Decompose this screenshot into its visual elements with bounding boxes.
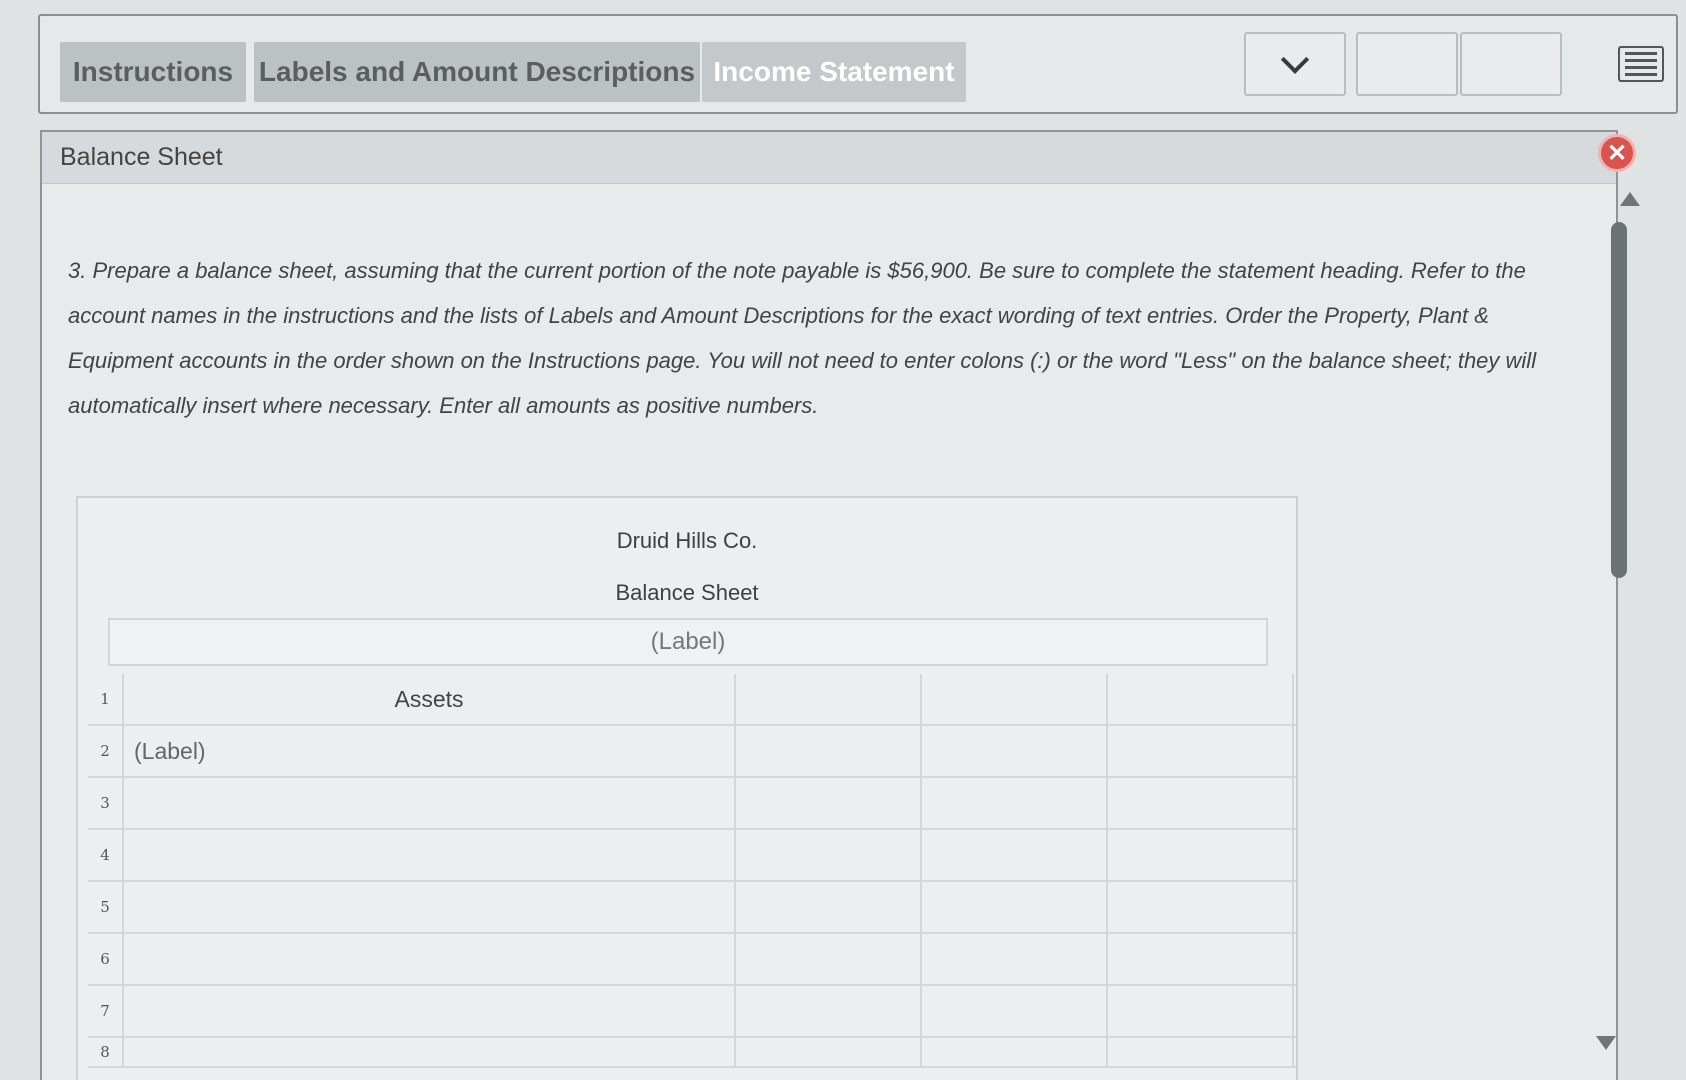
row-number: 3 [100,794,110,812]
tab-income-statement[interactable]: Income Statement [702,42,966,102]
scrollbar-thumb[interactable] [1611,222,1627,578]
row-number: 7 [100,1002,110,1020]
amount-cell[interactable] [736,1038,922,1066]
table-row: 4 [88,830,1296,882]
amount-cell[interactable] [1108,830,1294,880]
amount-cell[interactable] [1108,986,1294,1036]
row-label-cell[interactable]: (Label) [122,726,736,776]
amount-cell[interactable] [922,726,1108,776]
statement-name: Balance Sheet [615,580,759,605]
row-number: 6 [100,950,110,968]
table-row: 1 Assets [88,674,1296,726]
row-label-cell[interactable]: Assets [122,674,736,724]
menu-icon [1618,46,1664,82]
row-label-cell[interactable] [122,830,736,880]
amount-cell[interactable] [1108,778,1294,828]
toolbar-blank-button-1[interactable] [1356,32,1458,96]
row-number: 1 [100,690,110,708]
amount-cell[interactable] [1108,1038,1294,1066]
company-name: Druid Hills Co. [616,528,758,553]
scroll-down-arrow[interactable] [1596,1036,1616,1050]
table-row: 7 [88,986,1296,1038]
toolbar-blank-button-2[interactable] [1460,32,1562,96]
balance-sheet-grid: 1 Assets 2 (Label) 3 4 5 6 7 8 [88,674,1296,1068]
row-label-cell[interactable] [122,778,736,828]
row-label-cell[interactable] [122,934,736,984]
amount-cell[interactable] [922,986,1108,1036]
amount-cell[interactable] [922,674,1108,724]
tab-bar: Instructions Labels and Amount Descripti… [38,14,1678,114]
amount-cell[interactable] [1108,674,1294,724]
amount-cell[interactable] [922,778,1108,828]
row-number: 4 [100,846,110,864]
amount-cell[interactable] [922,882,1108,932]
row-label-cell[interactable] [122,986,736,1036]
panel-title: Balance Sheet [42,132,1616,184]
row-label-cell[interactable] [122,882,736,932]
row-number: 8 [100,1043,110,1061]
row-number: 2 [100,742,110,760]
balance-sheet-worksheet: Druid Hills Co. Balance Sheet (Label) 1 … [76,496,1298,1080]
close-icon: ✕ [1606,139,1628,167]
tab-labels-and-amount-descriptions[interactable]: Labels and Amount Descriptions [254,42,700,102]
table-row: 3 [88,778,1296,830]
amount-cell[interactable] [922,1038,1108,1066]
table-row: 5 [88,882,1296,934]
chevron-down-icon [1280,45,1310,74]
instructions-text: 3. Prepare a balance sheet, assuming tha… [68,258,1537,418]
row-number: 5 [100,898,110,916]
tab-instructions[interactable]: Instructions [60,42,246,102]
statement-date-dropdown[interactable]: (Label) [108,618,1268,666]
close-button[interactable]: ✕ [1598,134,1636,172]
scroll-up-arrow[interactable] [1620,192,1640,206]
amount-cell[interactable] [736,986,922,1036]
table-row: 2 (Label) [88,726,1296,778]
row-label-cell[interactable] [122,1038,736,1066]
tab-dropdown-button[interactable] [1244,32,1346,96]
amount-cell[interactable] [736,882,922,932]
amount-cell[interactable] [736,726,922,776]
balance-sheet-panel: Balance Sheet 3. Prepare a balance sheet… [40,130,1618,1080]
amount-cell[interactable] [922,934,1108,984]
amount-cell[interactable] [736,830,922,880]
table-row: 8 [88,1038,1296,1068]
table-row: 6 [88,934,1296,986]
amount-cell[interactable] [1108,934,1294,984]
amount-cell[interactable] [1108,882,1294,932]
amount-cell[interactable] [1108,726,1294,776]
amount-cell[interactable] [736,934,922,984]
menu-button[interactable] [1600,32,1682,96]
amount-cell[interactable] [736,778,922,828]
amount-cell[interactable] [922,830,1108,880]
amount-cell[interactable] [736,674,922,724]
